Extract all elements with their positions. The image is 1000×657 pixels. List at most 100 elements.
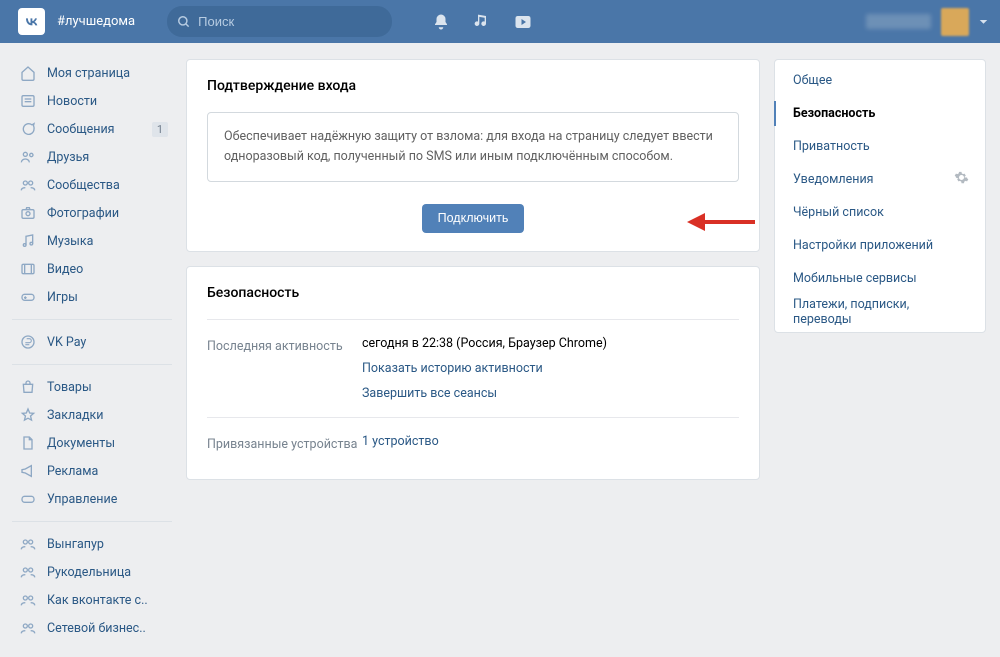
sidebar-item-games[interactable]: Игры bbox=[12, 283, 172, 311]
gamepad-icon bbox=[18, 287, 38, 307]
sidebar-item-community[interactable]: Вынгапур bbox=[12, 530, 172, 558]
vk-logo-icon bbox=[23, 13, 40, 30]
tab-payments[interactable]: Платежи, подписки, переводы bbox=[775, 295, 985, 328]
sidebar-item-label: Вынгапур bbox=[47, 537, 104, 552]
sidebar-item-community[interactable]: Рукодельница bbox=[12, 558, 172, 586]
left-sidebar: Моя страница Новости Сообщения 1 Друзья bbox=[12, 59, 172, 642]
username-placeholder bbox=[866, 14, 931, 29]
user-menu[interactable] bbox=[866, 8, 988, 36]
tab-privacy[interactable]: Приватность bbox=[775, 130, 985, 163]
music-note-icon bbox=[18, 231, 38, 251]
tab-label: Платежи, подписки, переводы bbox=[793, 297, 969, 327]
last-activity-label: Последняя активность bbox=[207, 336, 362, 401]
sidebar-item-label: Новости bbox=[47, 94, 97, 109]
tab-general[interactable]: Общее bbox=[775, 64, 985, 97]
sidebar-item-friends[interactable]: Друзья bbox=[12, 143, 172, 171]
group-icon bbox=[18, 618, 38, 638]
show-history-link[interactable]: Показать историю активности bbox=[362, 361, 607, 376]
tab-label: Уведомления bbox=[793, 172, 874, 187]
devices-link[interactable]: 1 устройство bbox=[362, 434, 439, 449]
sidebar-item-label: Сообщества bbox=[47, 178, 120, 193]
tab-security[interactable]: Безопасность bbox=[775, 97, 985, 130]
gamepad-icon bbox=[18, 489, 38, 509]
annotation-arrow-icon bbox=[687, 210, 757, 234]
chevron-down-icon bbox=[979, 17, 988, 26]
search-input[interactable] bbox=[198, 14, 382, 29]
devices-label: Привязанные устройства bbox=[207, 434, 362, 455]
twofa-card: Подтверждение входа Обеспечивает надёжну… bbox=[186, 59, 760, 252]
video-play-icon[interactable] bbox=[514, 14, 532, 30]
group-icon bbox=[18, 534, 38, 554]
sidebar-item-label: Видео bbox=[47, 262, 83, 277]
message-icon bbox=[18, 119, 38, 139]
sidebar-item-video[interactable]: Видео bbox=[12, 255, 172, 283]
sidebar-separator bbox=[12, 521, 172, 522]
sidebar-item-label: VK Pay bbox=[47, 335, 86, 350]
file-icon bbox=[18, 433, 38, 453]
top-header: #лучшедома bbox=[0, 0, 1000, 43]
search-icon bbox=[177, 15, 191, 29]
last-activity-row: Последняя активность сегодня в 22:38 (Ро… bbox=[207, 319, 739, 401]
sidebar-item-bookmarks[interactable]: Закладки bbox=[12, 401, 172, 429]
sidebar-item-label: Товары bbox=[47, 380, 92, 395]
sidebar-item-profile[interactable]: Моя страница bbox=[12, 59, 172, 87]
sidebar-item-community[interactable]: Сетевой бизнес.. bbox=[12, 614, 172, 642]
end-sessions-link[interactable]: Завершить все сеансы bbox=[362, 386, 607, 401]
group-icon bbox=[18, 590, 38, 610]
avatar bbox=[941, 8, 969, 36]
twofa-notice: Обеспечивает надёжную защиту от взлома: … bbox=[207, 112, 739, 182]
tab-app-settings[interactable]: Настройки приложений bbox=[775, 229, 985, 262]
sidebar-item-label: Реклама bbox=[47, 464, 98, 479]
search-box[interactable] bbox=[167, 6, 392, 37]
sidebar-separator bbox=[12, 319, 172, 320]
group-icon bbox=[18, 562, 38, 582]
last-activity-value: сегодня в 22:38 (Россия, Браузер Chrome) bbox=[362, 336, 607, 351]
sidebar-item-label: Закладки bbox=[47, 408, 104, 423]
sidebar-item-label: Игры bbox=[47, 290, 78, 305]
main-column: Подтверждение входа Обеспечивает надёжну… bbox=[186, 59, 760, 642]
camera-icon bbox=[18, 203, 38, 223]
sidebar-item-news[interactable]: Новости bbox=[12, 87, 172, 115]
music-icon[interactable] bbox=[474, 14, 490, 30]
connect-button[interactable]: Подключить bbox=[422, 204, 525, 233]
tab-label: Настройки приложений bbox=[793, 238, 933, 253]
security-card: Безопасность Последняя активность сегодн… bbox=[186, 266, 760, 480]
tab-mobile[interactable]: Мобильные сервисы bbox=[775, 262, 985, 295]
twofa-title: Подтверждение входа bbox=[207, 78, 739, 94]
sidebar-item-music[interactable]: Музыка bbox=[12, 227, 172, 255]
settings-panel: Общее Безопасность Приватность Уведомлен… bbox=[774, 59, 986, 333]
sidebar-item-vkpay[interactable]: VK Pay bbox=[12, 328, 172, 356]
tab-label: Мобильные сервисы bbox=[793, 271, 917, 286]
sidebar-item-community[interactable]: Как вконтакте с.. bbox=[12, 586, 172, 614]
film-icon bbox=[18, 259, 38, 279]
site-hashtag[interactable]: #лучшедома bbox=[57, 14, 135, 29]
home-icon bbox=[18, 63, 38, 83]
sidebar-item-label: Сообщения bbox=[47, 122, 115, 137]
bell-icon[interactable] bbox=[432, 13, 450, 31]
sidebar-item-ads[interactable]: Реклама bbox=[12, 457, 172, 485]
star-icon bbox=[18, 405, 38, 425]
sidebar-item-manage[interactable]: Управление bbox=[12, 485, 172, 513]
megaphone-icon bbox=[18, 461, 38, 481]
sidebar-item-messages[interactable]: Сообщения 1 bbox=[12, 115, 172, 143]
devices-row: Привязанные устройства 1 устройство bbox=[207, 417, 739, 469]
sidebar-item-photos[interactable]: Фотографии bbox=[12, 199, 172, 227]
tab-label: Приватность bbox=[793, 139, 870, 154]
sidebar-item-communities[interactable]: Сообщества bbox=[12, 171, 172, 199]
sidebar-item-market[interactable]: Товары bbox=[12, 373, 172, 401]
tab-label: Безопасность bbox=[793, 106, 875, 121]
tab-label: Чёрный список bbox=[793, 205, 884, 220]
vk-logo[interactable] bbox=[18, 8, 45, 35]
tab-blacklist[interactable]: Чёрный список bbox=[775, 196, 985, 229]
group-icon bbox=[18, 175, 38, 195]
sidebar-item-label: Фотографии bbox=[47, 206, 119, 221]
security-title: Безопасность bbox=[207, 285, 739, 301]
sidebar-item-label: Сетевой бизнес.. bbox=[47, 621, 146, 636]
sidebar-item-label: Рукодельница bbox=[47, 565, 131, 580]
sidebar-item-docs[interactable]: Документы bbox=[12, 429, 172, 457]
ruble-icon bbox=[18, 332, 38, 352]
sidebar-item-label: Моя страница bbox=[47, 66, 130, 81]
bag-icon bbox=[18, 377, 38, 397]
gear-icon[interactable] bbox=[954, 170, 969, 189]
tab-notifications[interactable]: Уведомления bbox=[775, 163, 985, 196]
